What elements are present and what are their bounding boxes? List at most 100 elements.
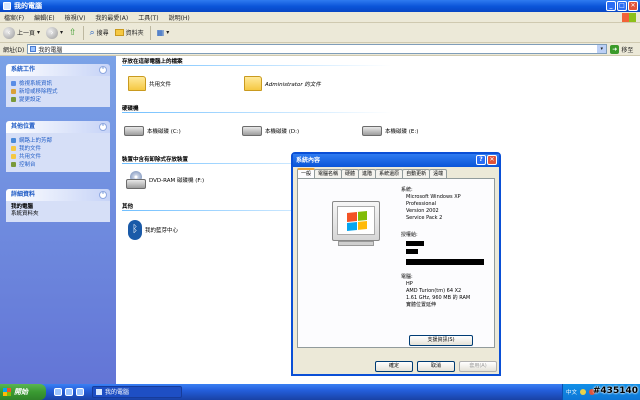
desktop: 我的電腦 _ □ ✕ 檔案(F) 編輯(E) 檢視(V) 我的最愛(A) 工具(… [0,0,640,400]
hard-disk-icon [242,126,262,136]
menu-tools[interactable]: 工具(T) [138,13,158,22]
tab-general[interactable]: 一般 [297,168,316,178]
menu-view[interactable]: 檢視(V) [65,13,86,22]
item-disk-e[interactable]: 本機磁碟 (E:) [362,126,418,136]
task-change-setting[interactable]: 變更設定 [11,95,106,103]
item-label: 共用文件 [149,81,172,88]
computer-line: 實體位置延伸 [406,302,437,308]
details-title: 詳細資料 [11,191,36,198]
support-info-button[interactable]: 支援資訊(S) [409,335,473,346]
search-icon: ⌕ [89,27,95,38]
dialog-tabs: 一般 電腦名稱 硬體 進階 系統還原 自動更新 遠端 [297,168,448,178]
ok-button[interactable]: 確定 [375,361,413,372]
address-label: 網址(D) [3,46,25,54]
tab-system-restore[interactable]: 系統還原 [375,169,404,178]
tray-icon[interactable] [580,389,587,395]
forward-arrow-icon: › [46,26,59,39]
tab-computer-name[interactable]: 電腦名稱 [314,169,343,178]
folder-icon [128,76,146,91]
go-button[interactable]: ➜ 移至 [610,44,633,54]
apply-button[interactable]: 套用(A) [459,361,497,372]
input-method-label[interactable]: 中文 [566,388,577,396]
place-label: 共用文件 [19,154,42,160]
tab-hardware[interactable]: 硬體 [341,169,360,178]
back-label: 上一頁 [17,30,36,37]
tab-automatic-updates[interactable]: 自動更新 [402,169,431,178]
my-computer-icon [3,2,11,10]
other-places-header[interactable]: 其他位置 ⌃ [6,121,110,133]
collapse-icon[interactable]: ⌃ [99,123,107,131]
taskbar: 開始 我的電腦 中文 [0,384,640,400]
details-desc: 系統資料夾 [11,211,39,217]
dvd-drive-icon [126,171,146,189]
group-header-files: 存放在這部電腦上的檔案 [122,59,183,65]
start-button[interactable]: 開始 [0,384,46,400]
item-label: 本機磁碟 (D:) [265,129,300,135]
tab-advanced[interactable]: 進階 [358,169,377,178]
dialog-close-button[interactable]: ✕ [487,155,497,165]
item-dvd-drive[interactable]: DVD-RAM 磁碟機 (F:) [126,171,204,189]
redacted-text [406,259,484,265]
group-header-removable: 裝置中含有卸除式存放裝置 [122,157,189,163]
system-info-icon [11,80,16,86]
item-label: 我的藍芽中心 [145,228,179,234]
item-disk-c[interactable]: 本機磁碟 (C:) [124,126,181,136]
address-dropdown-icon[interactable]: ▾ [597,45,607,53]
close-button[interactable]: ✕ [628,1,638,11]
windows-logo-icon [3,388,11,396]
item-label: 本機磁碟 (E:) [385,129,419,135]
task-label: 變更設定 [19,97,42,103]
menu-favorites[interactable]: 我的最愛(A) [95,13,128,22]
system-line: Microsoft Windows XP [406,194,461,200]
toolbar-separator [82,25,84,40]
redacted-text [406,241,424,246]
system-tasks-header[interactable]: 系統工作 ⌃ [6,64,110,76]
folders-button[interactable]: 資料夾 [114,25,144,41]
place-shared-documents[interactable]: 共用文件 [11,152,106,160]
collapse-icon[interactable]: ⌃ [99,191,107,199]
media-player-icon[interactable] [76,388,84,396]
menu-edit[interactable]: 編輯(E) [34,13,54,22]
details-header[interactable]: 詳細資料 ⌃ [6,189,110,201]
taskbar-item-my-computer[interactable]: 我的電腦 [92,386,182,398]
task-view-system-info[interactable]: 檢視系統資訊 [11,79,106,87]
up-button[interactable]: ⇧ [69,25,77,41]
item-bluetooth[interactable]: ᛒ 我的藍芽中心 [128,220,178,240]
ie-icon[interactable] [54,388,62,396]
place-label: 網路上的芳鄰 [19,138,53,144]
place-label: 控制台 [19,162,36,168]
system-label: 系統: [401,187,413,193]
minimize-button[interactable]: _ [606,1,616,11]
windows-flag-icon [347,210,367,232]
show-desktop-icon[interactable] [65,388,73,396]
item-label: DVD-RAM 磁碟機 (F:) [149,178,205,184]
maximize-button[interactable]: □ [617,1,627,11]
dialog-title: 系統內容 [296,157,321,164]
tab-remote[interactable]: 遠端 [429,169,448,178]
task-add-remove-programs[interactable]: 新增或移除程式 [11,87,106,95]
collapse-icon[interactable]: ⌃ [99,66,107,74]
registered-label: 授權給: [401,232,418,238]
back-button[interactable]: ‹ 上一頁 ▾ [3,25,40,41]
other-places-title: 其他位置 [11,123,36,130]
menu-file[interactable]: 檔案(F) [4,13,24,22]
chevron-down-icon: ▾ [166,29,170,36]
place-my-documents[interactable]: 我的文件 [11,144,106,152]
chevron-down-icon: ▾ [60,29,64,36]
folder-icon [11,153,16,159]
menu-help[interactable]: 說明(H) [169,13,190,22]
system-line: Professional [406,201,437,207]
search-button[interactable]: ⌕ 搜尋 [90,25,109,41]
item-shared-documents[interactable]: 共用文件 [128,76,171,91]
item-label: Administrator 的文件 [265,81,321,88]
item-admin-documents[interactable]: Administrator 的文件 [244,76,321,91]
help-button[interactable]: ? [476,155,486,165]
cancel-button[interactable]: 取消 [417,361,455,372]
place-control-panel[interactable]: 控制台 [11,160,106,168]
forward-button[interactable]: › ▾ [46,25,63,41]
address-input[interactable]: 我的電腦 ▾ [27,44,608,54]
place-network[interactable]: 網路上的芳鄰 [11,136,106,144]
item-disk-d[interactable]: 本機磁碟 (D:) [242,126,299,136]
folders-label: 資料夾 [125,30,144,37]
views-button[interactable]: ▦ ▾ [157,25,170,41]
